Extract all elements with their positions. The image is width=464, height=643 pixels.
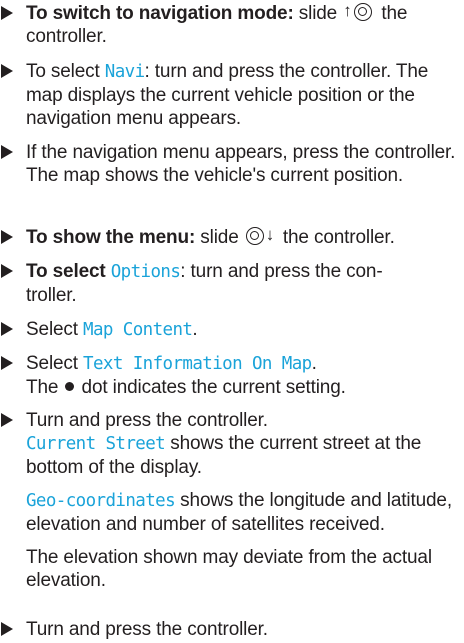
bullet-arrow-icon xyxy=(1,322,13,336)
bullet-arrow-icon xyxy=(1,264,13,278)
geo-coordinates-description: Geo-coordinates shows the longitude and … xyxy=(26,490,452,535)
controller-slide-up-icon: ↑ xyxy=(342,1,376,22)
menu-item-text-information-on-map: Text Information On Map xyxy=(83,354,312,374)
menu-item-map-content: Map Content xyxy=(83,320,193,340)
step-turn-press-controller: Turn and press the controller. Current S… xyxy=(0,409,458,592)
step-turn-press-controller-final: Turn and press the controller. xyxy=(0,618,458,641)
bullet-arrow-icon xyxy=(1,6,13,20)
option-current-street: Current Street xyxy=(26,434,166,454)
step-result: The dot indicates the current setting. xyxy=(26,377,346,398)
step-heading: To select xyxy=(26,261,111,282)
bullet-arrow-icon xyxy=(1,413,13,427)
step-heading: To switch to navigation mode: xyxy=(26,3,294,24)
bullet-arrow-icon xyxy=(1,622,13,636)
manual-page: To switch to navigation mode: slide ↑ th… xyxy=(0,0,464,643)
elevation-note: The elevation shown may deviate from the… xyxy=(26,547,432,591)
menu-item-navi: Navi xyxy=(104,62,145,82)
step-show-menu: To show the menu: slide ↓ the controller… xyxy=(0,225,458,249)
step-heading: To show the menu: xyxy=(26,227,196,248)
step-select-map-content: Select Map Content. xyxy=(0,318,458,342)
option-geo-coordinates: Geo-coordinates xyxy=(26,491,176,511)
step-select-navi: To select Navi: turn and press the contr… xyxy=(0,60,458,130)
step-navigation-menu-appears: If the navigation menu appears, press th… xyxy=(0,141,458,187)
step-switch-navigation-mode: To switch to navigation mode: slide ↑ th… xyxy=(0,1,458,48)
step-select-text-information: Select Text Information On Map. The dot … xyxy=(0,352,458,399)
step-select-options: To select Options: turn and press the co… xyxy=(0,260,458,307)
dot-icon xyxy=(65,382,75,391)
bullet-arrow-icon xyxy=(1,230,13,244)
bullet-arrow-icon xyxy=(1,64,13,78)
step-result: The map shows the vehicle's current posi… xyxy=(26,165,404,186)
menu-item-options: Options xyxy=(110,262,181,282)
controller-slide-down-icon: ↓ xyxy=(244,225,278,246)
current-street-description: Current Street shows the current street … xyxy=(26,433,422,478)
bullet-arrow-icon xyxy=(1,145,13,159)
bullet-arrow-icon xyxy=(1,356,13,370)
